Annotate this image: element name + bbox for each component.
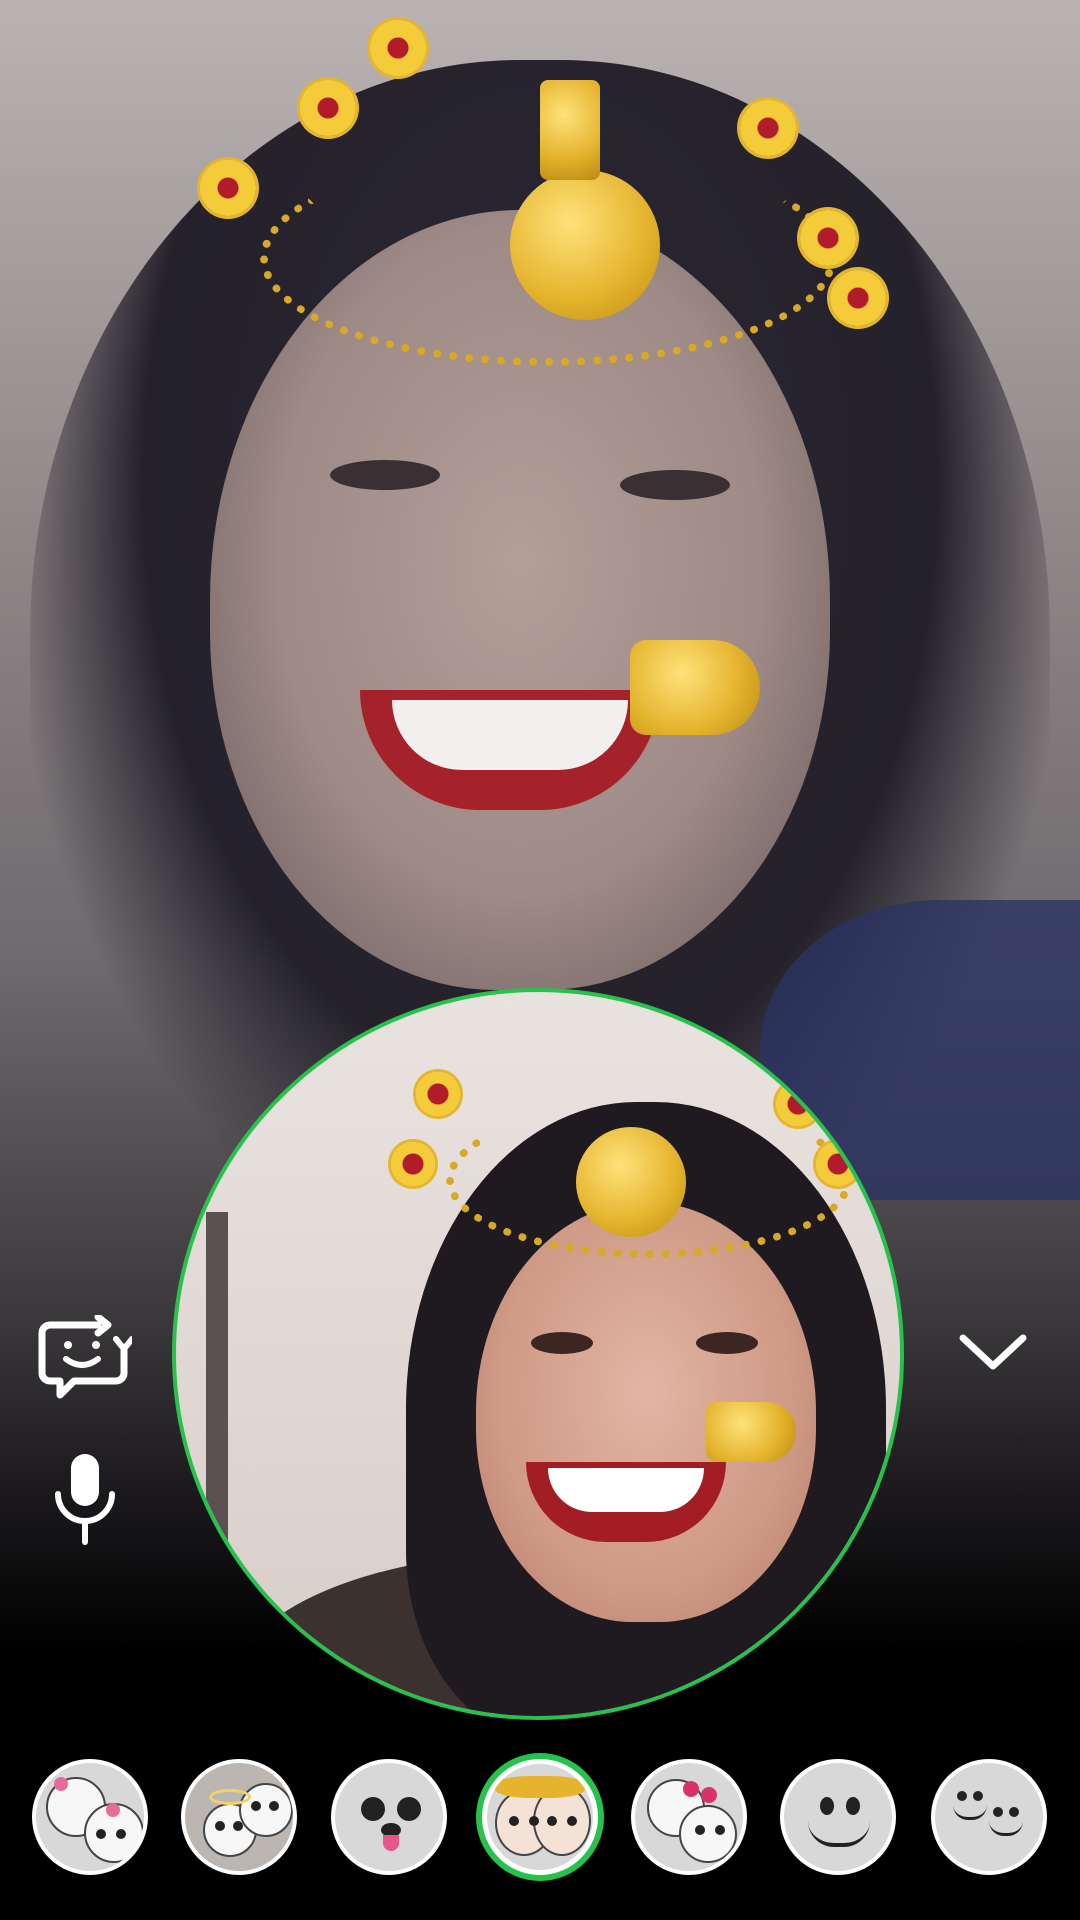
local-preview[interactable] — [172, 988, 904, 1720]
filter-puppy[interactable] — [331, 1759, 447, 1875]
collapse-button[interactable] — [952, 1322, 1034, 1382]
filter-gold-jewelry[interactable] — [482, 1759, 598, 1875]
filter-tray — [0, 1745, 1080, 1885]
chevron-down-icon — [957, 1330, 1029, 1374]
local-nose-ring-effect — [706, 1402, 796, 1462]
face-swap-icon — [36, 1315, 132, 1401]
video-call-screen — [0, 0, 1080, 1920]
microphone-icon — [50, 1450, 120, 1546]
nose-ring-effect — [630, 640, 760, 735]
filter-smile[interactable] — [780, 1759, 896, 1875]
filter-hearts[interactable] — [631, 1759, 747, 1875]
filter-angel-halo[interactable] — [181, 1759, 297, 1875]
microphone-button[interactable] — [40, 1448, 130, 1548]
filter-glasses-flowers[interactable] — [32, 1759, 148, 1875]
filter-multi-smile[interactable] — [931, 1759, 1047, 1875]
face-swap-button[interactable] — [34, 1308, 134, 1408]
